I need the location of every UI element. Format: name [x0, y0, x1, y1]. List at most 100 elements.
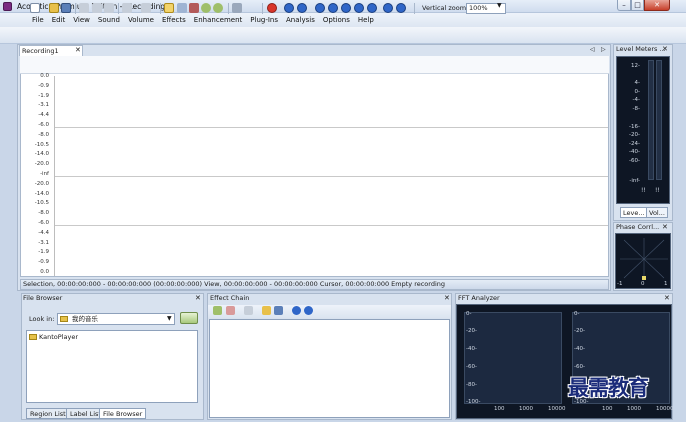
maximize-button[interactable]: □: [631, 0, 644, 11]
bypass-icon[interactable]: [244, 306, 253, 315]
tab-file-browser[interactable]: File Browser: [99, 408, 147, 419]
time-ruler[interactable]: [20, 56, 609, 74]
tab-level-meters[interactable]: Leve...: [620, 207, 648, 218]
fft-frequency-label: 10000: [548, 406, 566, 412]
grid-icon[interactable]: [232, 3, 242, 13]
fft-frequency-label: 10000: [656, 406, 674, 412]
meter-tick-label: -inf-: [629, 178, 640, 184]
amplitude-tick-label: -8.0: [38, 131, 49, 138]
waveform-gridline: [55, 127, 608, 128]
peak-right-indicator: !!: [655, 187, 660, 194]
minimize-button[interactable]: –: [617, 0, 631, 11]
fft-frequency-label: 100: [602, 406, 613, 412]
close-window-button[interactable]: ✕: [644, 0, 670, 11]
meter-tick-label: 4-: [634, 80, 640, 86]
save-icon[interactable]: [61, 3, 71, 13]
menu-edit[interactable]: Edit: [48, 16, 70, 24]
rewind-icon[interactable]: [383, 3, 393, 13]
add-effect-icon[interactable]: [213, 306, 222, 315]
toolbar: [0, 27, 686, 44]
toolbar-separator: [75, 3, 76, 14]
tab-close-icon[interactable]: ✕: [75, 45, 81, 55]
play-icon[interactable]: [315, 3, 325, 13]
paste-icon[interactable]: [104, 3, 114, 13]
fast-forward-icon[interactable]: [396, 3, 406, 13]
menu-volume[interactable]: Volume: [124, 16, 158, 24]
apply-icon[interactable]: [304, 306, 313, 315]
close-icon[interactable]: ✕: [444, 294, 450, 303]
tab-region-list[interactable]: Region List: [26, 408, 70, 419]
toolbar-separator: [228, 3, 229, 14]
zoom-in-icon[interactable]: [201, 3, 211, 13]
meter-tick-label: -60-: [629, 158, 640, 164]
fft-db-label: -60-: [466, 364, 477, 370]
cut-icon[interactable]: [79, 3, 89, 13]
meter-tick-label: -20-: [629, 132, 640, 138]
amplitude-tick-label: -10.5: [34, 141, 49, 148]
menu-effects[interactable]: Effects: [158, 16, 190, 24]
amplitude-tick-label: -0.9: [38, 82, 49, 89]
tab-recording1[interactable]: Recording1: [19, 45, 83, 56]
select-tool-icon[interactable]: [164, 3, 174, 13]
fft-left-channel: [464, 312, 562, 404]
menu-sound[interactable]: Sound: [94, 16, 124, 24]
redo-icon[interactable]: [141, 3, 151, 13]
tab-scroll-right-icon[interactable]: ▷: [601, 45, 606, 55]
fft-db-label: -40-: [574, 346, 585, 352]
chevron-down-icon[interactable]: ▼: [497, 2, 502, 9]
menu-help[interactable]: Help: [354, 16, 378, 24]
close-icon[interactable]: ✕: [662, 223, 668, 232]
level-meters-title: Level Meters ...: [616, 45, 666, 53]
close-icon[interactable]: ✕: [662, 45, 668, 54]
effect-chain-list[interactable]: [209, 319, 450, 418]
zoom-tool-icon[interactable]: [177, 3, 187, 13]
close-icon[interactable]: ✕: [664, 294, 670, 303]
preview-icon[interactable]: [292, 306, 301, 315]
open-chain-icon[interactable]: [262, 306, 271, 315]
open-folder-icon[interactable]: [49, 3, 59, 13]
zoom-out-icon[interactable]: [213, 3, 223, 13]
tab-volume[interactable]: Vol...: [646, 207, 668, 218]
meter-tick-label: 12-: [631, 63, 640, 69]
amplitude-tick-label: -inf: [40, 171, 49, 177]
menu-plug-ins[interactable]: Plug-Ins: [246, 16, 282, 24]
loop-icon[interactable]: [354, 3, 364, 13]
amplitude-tick-label: -6.0: [38, 220, 49, 226]
amplitude-tick-label: -6.0: [38, 122, 49, 128]
save-chain-icon[interactable]: [274, 306, 283, 315]
stop-icon[interactable]: [341, 3, 351, 13]
pause-icon[interactable]: [328, 3, 338, 13]
chevron-down-icon[interactable]: ▼: [167, 313, 172, 324]
go-to-start-icon[interactable]: [284, 3, 294, 13]
fft-analyzer-title: FFT Analyzer: [458, 294, 500, 302]
waveform-panel[interactable]: [20, 56, 609, 277]
menu-file[interactable]: File: [28, 16, 48, 24]
marker-tool-icon[interactable]: [189, 3, 199, 13]
look-in-select[interactable]: 我的音乐: [57, 313, 175, 325]
meter-tick-label: -4-: [632, 97, 640, 103]
menu-view[interactable]: View: [69, 16, 94, 24]
folder-up-button[interactable]: [180, 312, 198, 324]
close-icon[interactable]: ✕: [195, 294, 201, 303]
play-selection-icon[interactable]: [297, 3, 307, 13]
go-to-end-icon[interactable]: [367, 3, 377, 13]
meter-tick-label: 0-: [634, 89, 640, 95]
remove-effect-icon[interactable]: [226, 306, 235, 315]
list-item[interactable]: KantoPlayer: [28, 333, 78, 342]
toolbar-separator: [262, 3, 263, 14]
fft-db-label: 0-: [574, 311, 580, 317]
amplitude-tick-label: 0.0: [40, 269, 49, 275]
waveform-gridline: [55, 176, 608, 177]
menu-analysis[interactable]: Analysis: [282, 16, 319, 24]
undo-icon[interactable]: [122, 3, 132, 13]
copy-icon[interactable]: [92, 3, 102, 13]
menu-enhancement[interactable]: Enhancement: [190, 16, 246, 24]
fft-frequency-label: 100: [494, 406, 505, 412]
menu-options[interactable]: Options: [319, 16, 354, 24]
correlation-scale-max: 1: [664, 281, 668, 287]
toolbar-separator: [414, 3, 415, 14]
tab-scroll-left-icon[interactable]: ◁: [590, 45, 595, 55]
new-file-icon[interactable]: [30, 3, 40, 13]
record-icon[interactable]: [267, 3, 277, 13]
fft-db-label: -20-: [466, 328, 477, 334]
